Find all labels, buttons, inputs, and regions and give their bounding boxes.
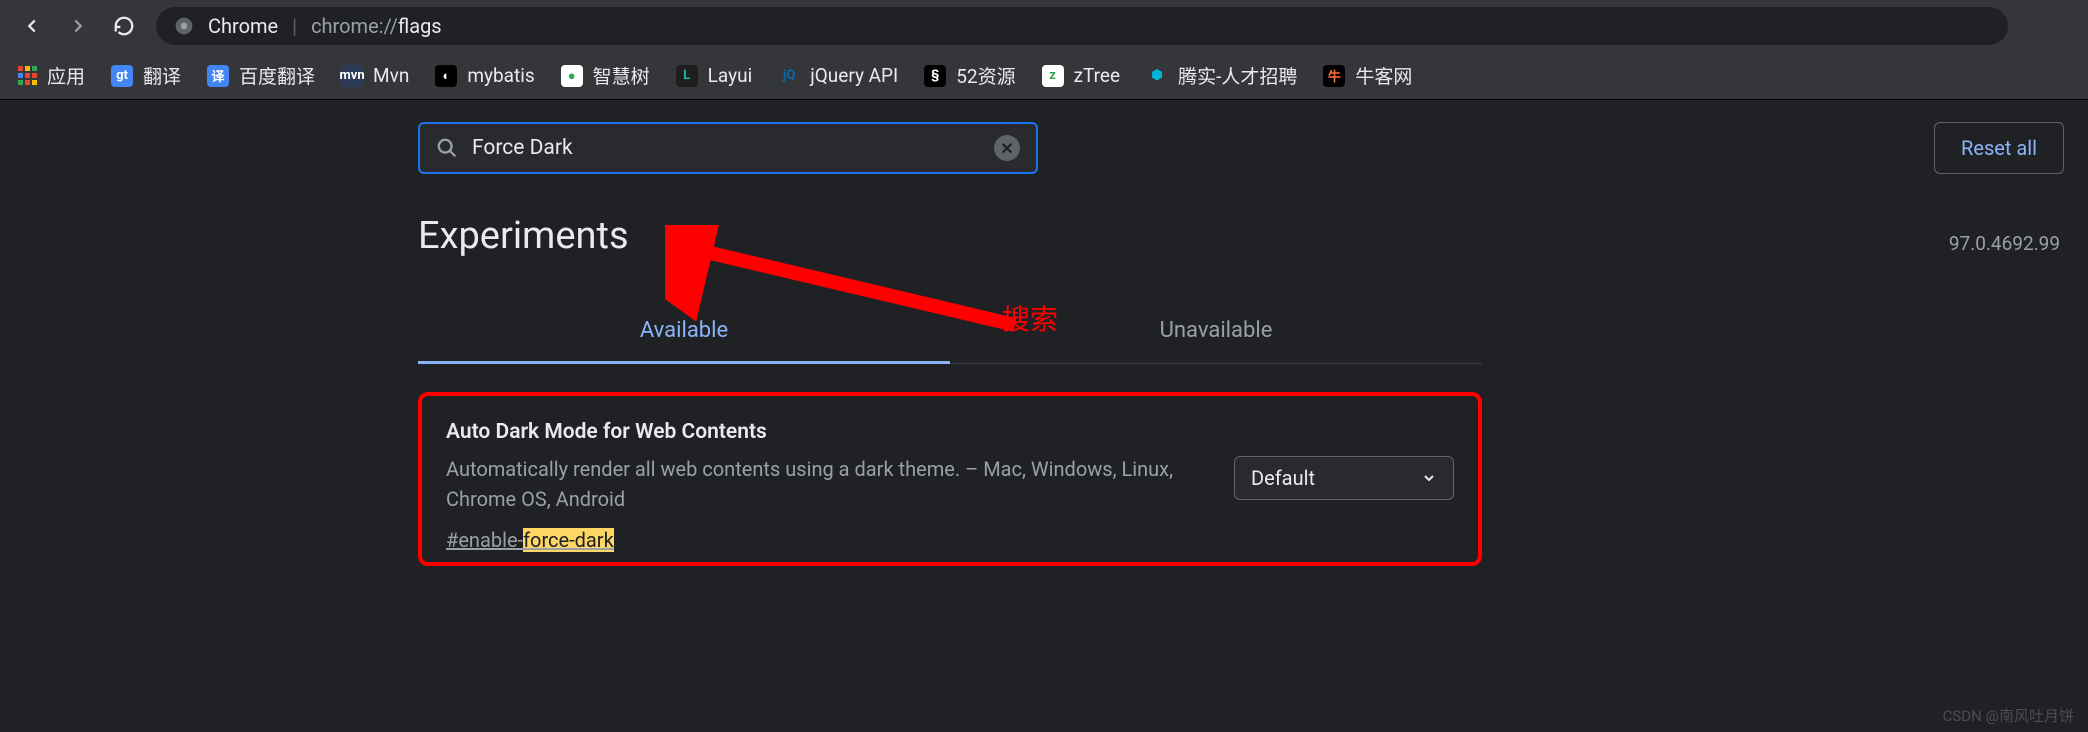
clear-search-button[interactable]: ✕ [994,135,1020,161]
address-bar[interactable]: Chrome | chrome://flags [156,7,2008,45]
bookmark-icon [18,66,37,85]
watermark: CSDN @南风吐月饼 [1943,705,2074,726]
flag-description: Automatically render all web contents us… [446,454,1194,514]
bookmark-item[interactable]: ● 智慧树 [561,62,650,89]
bookmark-item[interactable]: ⬢ 腾实-人才招聘 [1146,62,1297,89]
bookmark-label: 翻译 [143,62,181,89]
flag-id-link[interactable]: #enable-force-dark [446,528,614,552]
omnibox-url-scheme: chrome:// [311,14,398,38]
bookmark-label: Mvn [373,64,409,87]
bookmark-label: mybatis [467,64,534,87]
bookmark-label: 腾实-人才招聘 [1178,62,1297,89]
bookmark-item[interactable]: mvn Mvn [341,64,409,87]
bookmark-icon: jQ [778,65,800,87]
bookmark-item[interactable]: gt 翻译 [111,62,181,89]
chrome-icon [174,16,194,36]
page-title: Experiments [418,214,629,258]
bookmark-icon: ◐ [435,65,457,87]
flags-page: ✕ Reset all Experiments 97.0.4692.99 Ava… [0,100,2088,732]
bookmark-item[interactable]: 牛牛客网 [1323,62,1412,89]
bookmark-label: 牛客网 [1355,62,1412,89]
bookmarks-bar: 应用gt翻译译百度翻译mvnMvn◐mybatis●智慧树LLayuijQjQu… [0,52,2088,100]
flag-id-prefix: #enable- [446,528,523,552]
bookmark-icon: 译 [207,65,229,87]
forward-button[interactable] [64,12,92,40]
bookmark-item[interactable]: § 52资源 [924,62,1015,89]
bookmark-label: Layui [708,64,753,87]
bookmark-icon: ⬢ [1146,65,1168,87]
annotation-label: 搜索 [1002,298,1058,338]
bookmark-label: 应用 [47,62,85,89]
bookmark-label: 百度翻译 [239,62,315,89]
flag-dropdown-value: Default [1251,466,1315,490]
bookmark-label: 智慧树 [593,62,650,89]
reload-button[interactable] [110,12,138,40]
omnibox-separator: | [292,14,297,38]
bookmark-icon: L [676,65,698,87]
bookmark-icon: 牛 [1323,65,1345,87]
bookmark-label: jQuery API [810,64,898,87]
bookmark-label: 52资源 [956,62,1015,89]
bookmark-icon: gt [111,65,133,87]
bookmark-icon: mvn [341,65,363,87]
omnibox-app-label: Chrome [208,14,278,38]
flag-id-highlight: force-dark [523,528,614,552]
tab-available[interactable]: Available [418,300,950,364]
bookmark-item[interactable]: 应用 [18,62,85,89]
bookmark-item[interactable]: L Layui [676,64,753,87]
bookmark-item[interactable]: jQ jQuery API [778,64,898,87]
bookmark-item[interactable]: 译百度翻译 [207,62,315,89]
flag-dropdown[interactable]: Default [1234,456,1454,500]
bookmark-label: zTree [1074,64,1120,87]
tabs: Available Unavailable [418,300,1482,364]
back-button[interactable] [18,12,46,40]
browser-toolbar: Chrome | chrome://flags [0,0,2088,52]
bookmark-icon: z [1042,65,1064,87]
reset-all-button[interactable]: Reset all [1934,122,2064,174]
search-icon [436,137,458,159]
flag-item: Auto Dark Mode for Web Contents Automati… [418,392,1482,566]
search-input[interactable] [472,136,980,160]
flag-title: Auto Dark Mode for Web Contents [446,420,1194,444]
bookmark-item[interactable]: zzTree [1042,64,1120,87]
chrome-version: 97.0.4692.99 [1949,232,2060,255]
bookmark-icon: § [924,65,946,87]
chevron-down-icon [1421,470,1437,486]
search-box[interactable]: ✕ [418,122,1038,174]
omnibox-url-path: flags [398,14,442,38]
bookmark-item[interactable]: ◐ mybatis [435,64,534,87]
bookmark-icon: ● [561,65,583,87]
